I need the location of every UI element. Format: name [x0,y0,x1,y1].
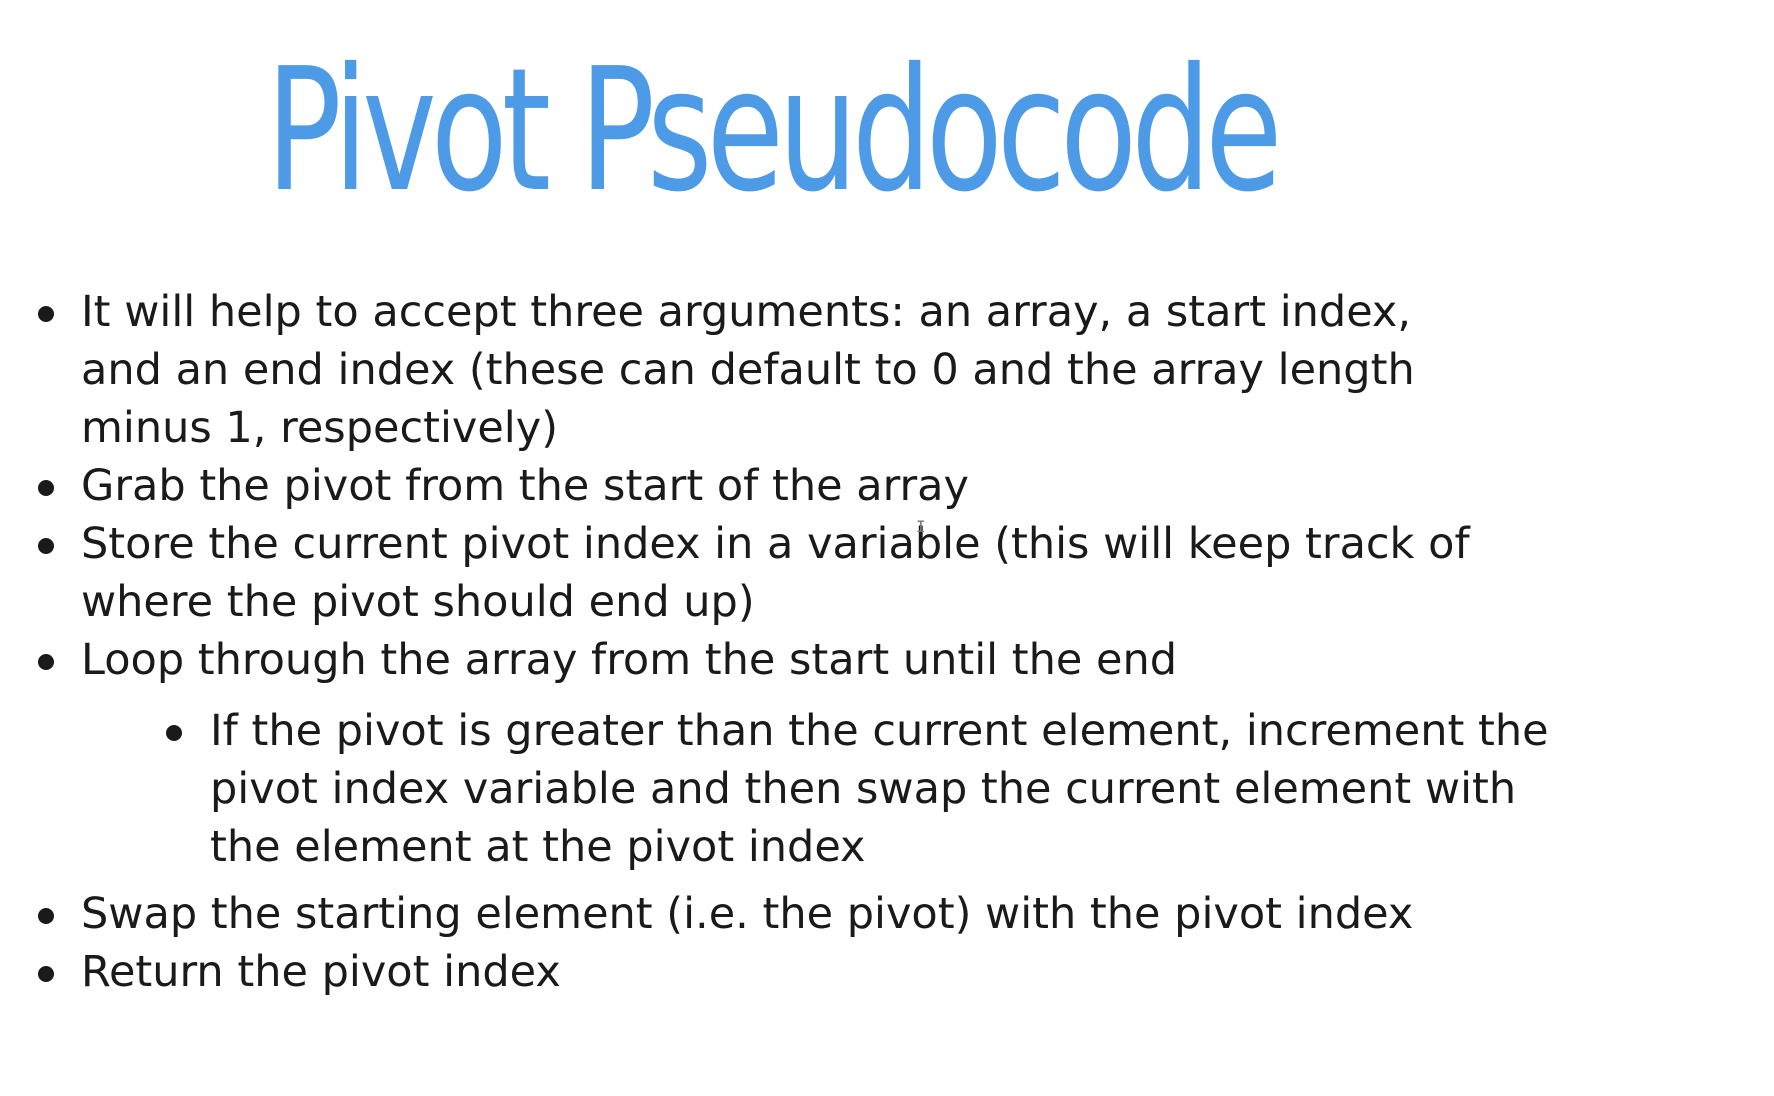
bullet-1-line-1: It will help to accept three arguments: … [81,287,1412,337]
bullet-1-line-3: minus 1, respectively) [81,403,558,453]
bullet-1-line-2: and an end index (these can default to 0… [81,345,1415,395]
bullet-2-line-1: Grab the pivot from the start of the arr… [81,461,969,511]
bullet-dot [38,908,54,924]
bullet-5-line-1: Swap the starting element (i.e. the pivo… [81,889,1414,939]
bullet-dot [38,654,54,670]
bullet-3-line-1: Store the current pivot index in a varia… [81,519,1470,569]
bullet-6-line-1: Return the pivot index [81,947,561,997]
bullet-dot [38,306,54,322]
bullet-dot [38,480,54,496]
bullet-list: It will help to accept three arguments: … [0,0,1774,1096]
sub-bullet-line-3: the element at the pivot index [210,822,866,872]
bullet-dot [38,966,54,982]
sub-bullet-dot [166,725,182,741]
sub-bullet-line-2: pivot index variable and then swap the c… [210,764,1517,814]
sub-bullet-line-1: If the pivot is greater than the current… [210,706,1549,756]
text-cursor-icon: I [916,517,926,536]
bullet-dot [38,538,54,554]
bullet-4-line-1: Loop through the array from the start un… [81,635,1178,685]
bullet-3-line-2: where the pivot should end up) [81,577,755,627]
slide: Pivot Pseudocode It will help to accept … [0,0,1774,1096]
